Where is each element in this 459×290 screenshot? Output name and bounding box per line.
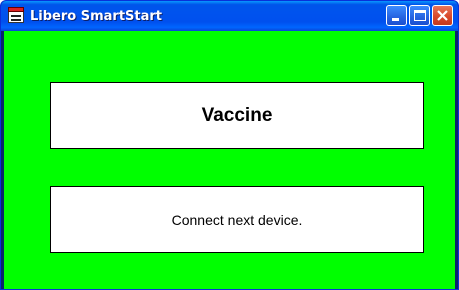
close-icon (437, 10, 448, 21)
window-controls (386, 5, 453, 26)
app-window: Libero SmartStart Vaccine Connect next d… (0, 0, 459, 290)
window-title: Libero SmartStart (30, 8, 163, 24)
maximize-icon (414, 10, 426, 21)
app-icon[interactable] (7, 7, 25, 25)
app-icon-line (11, 15, 21, 17)
app-icon-line (11, 19, 21, 21)
status-message: Connect next device. (171, 211, 303, 228)
minimize-icon (392, 18, 399, 21)
maximize-button[interactable] (409, 5, 430, 26)
minimize-button[interactable] (386, 5, 407, 26)
status-panel: Connect next device. (50, 186, 424, 253)
product-panel: Vaccine (50, 82, 424, 149)
app-icon-header (8, 7, 24, 12)
close-button[interactable] (432, 5, 453, 26)
client-area: Vaccine Connect next device. (4, 31, 455, 289)
product-label: Vaccine (201, 104, 273, 126)
title-bar[interactable]: Libero SmartStart (1, 1, 458, 31)
